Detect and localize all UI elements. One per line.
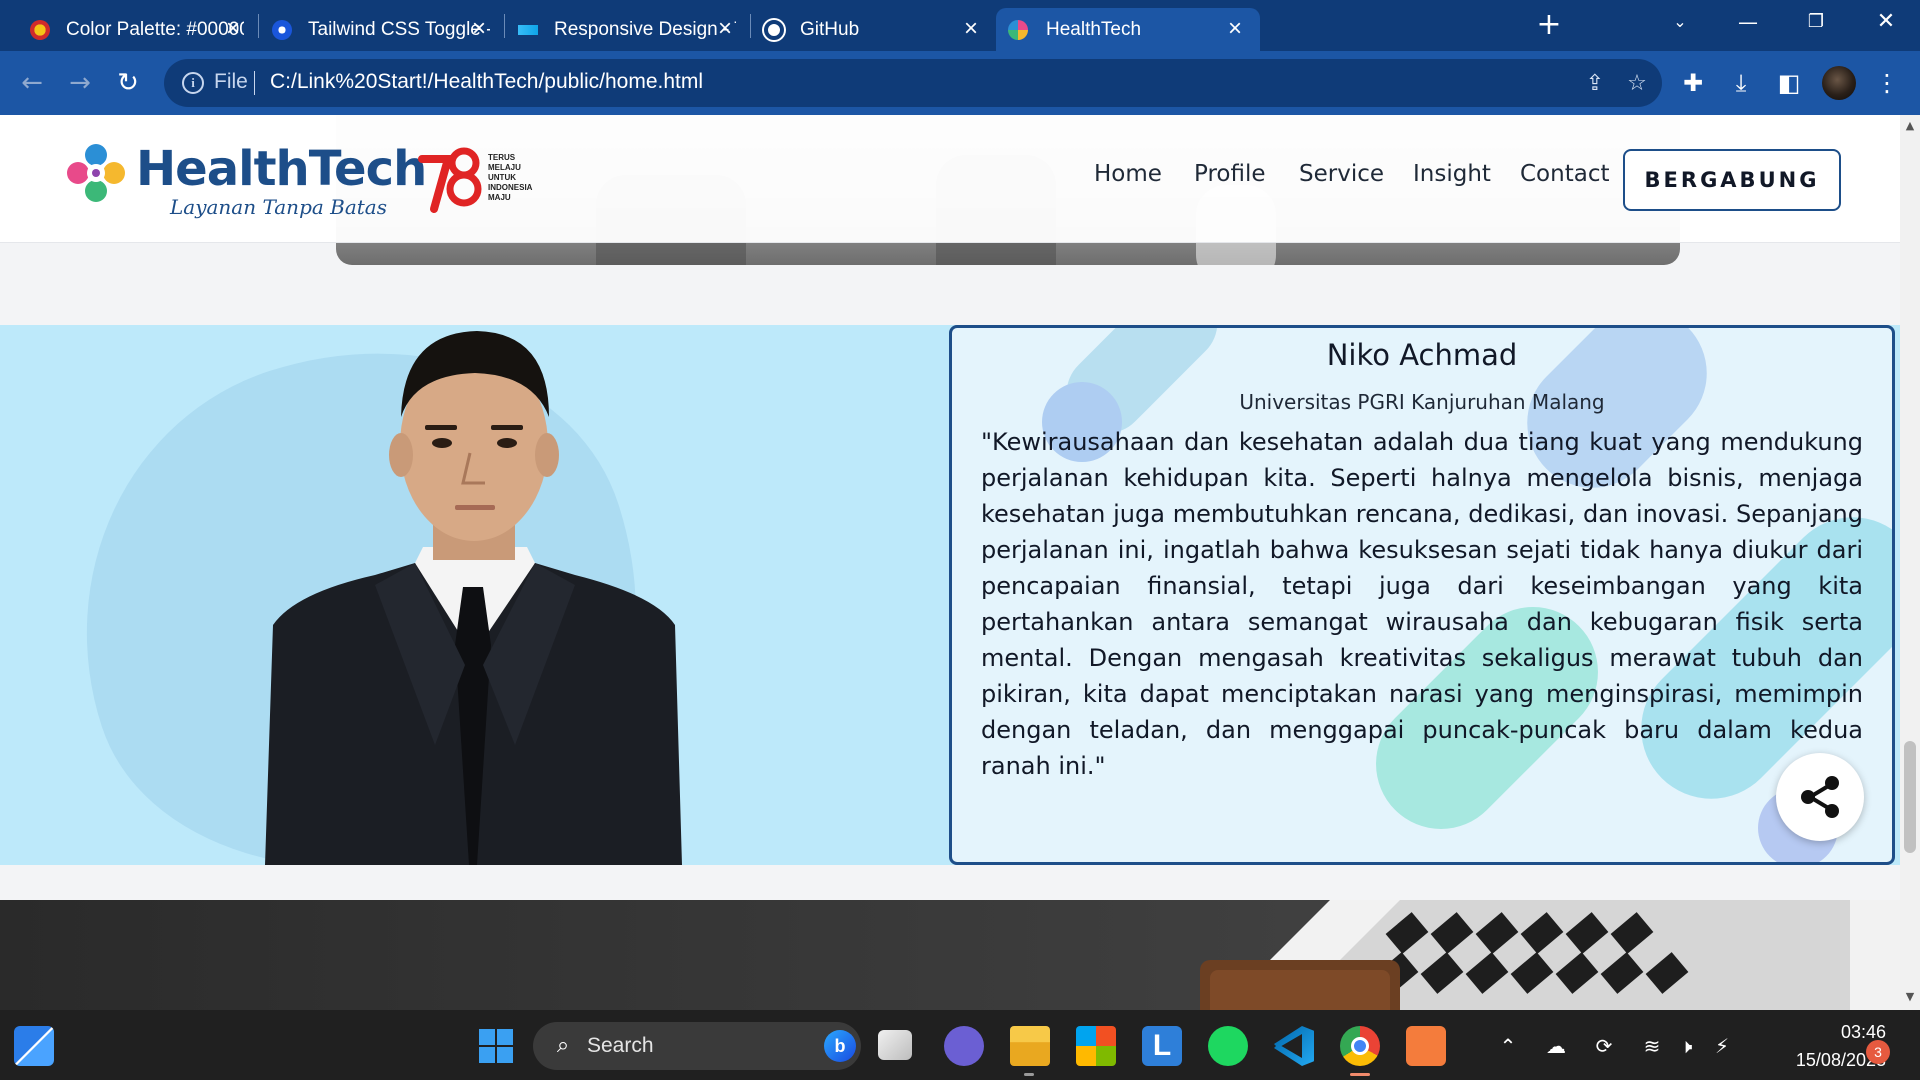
extensions-puzzle-icon[interactable]: ✚ (1676, 66, 1710, 100)
address-scheme-label: File (214, 70, 248, 93)
address-bar[interactable]: i File C:/Link%20Start!/HealthTech/publi… (164, 59, 1662, 107)
chrome-active-indicator (1350, 1073, 1370, 1076)
browser-tab-strip: Color Palette: #000000 #4 × Tailwind CSS… (0, 0, 1920, 51)
bing-icon[interactable]: b (824, 1030, 856, 1062)
windows-start-icon[interactable] (476, 1026, 516, 1066)
testimonial-organization: Universitas PGRI Kanjuruhan Malang (1239, 390, 1605, 414)
onedrive-cloud-icon[interactable]: ☁ (1542, 1032, 1570, 1060)
tailwind-favicon-icon (518, 25, 538, 35)
slogan-line: MAJU (488, 193, 511, 202)
taskbar-search-box[interactable]: ⌕ Search b (533, 1022, 861, 1070)
address-divider (254, 71, 255, 95)
tab-title: Tailwind CSS Toggle - Flow (308, 18, 490, 40)
forward-arrow-icon[interactable]: → (62, 65, 98, 101)
notification-count-badge[interactable]: 3 (1866, 1040, 1890, 1064)
tab-title: Responsive Design - Tailw (554, 18, 736, 40)
scroll-down-arrow-icon[interactable]: ▼ (1900, 990, 1920, 1006)
page-scrollbar[interactable]: ▲ ▼ (1900, 115, 1920, 1010)
next-section-banner (0, 900, 1900, 1010)
logo-wordmark[interactable]: HealthTech (136, 145, 427, 193)
teams-chat-icon[interactable] (944, 1026, 984, 1066)
bookmark-star-icon[interactable]: ☆ (1624, 71, 1650, 97)
scroll-up-arrow-icon[interactable]: ▲ (1900, 119, 1920, 135)
testimonial-quote: "Kewirausahaan dan kesehatan adalah dua … (981, 428, 1863, 780)
explorer-running-indicator (1024, 1073, 1034, 1076)
sync-icon[interactable]: ⟳ (1590, 1032, 1618, 1060)
spotify-icon[interactable] (1208, 1026, 1248, 1066)
tab-title: GitHub (800, 18, 860, 40)
join-button[interactable]: BERGABUNG (1623, 149, 1841, 211)
tab-github[interactable]: GitHub × (750, 8, 996, 51)
anniversary-slogan: TERUS MELAJU UNTUK INDONESIA MAJU (488, 153, 568, 203)
share-icon (1801, 776, 1839, 818)
flowbite-favicon-icon (272, 20, 292, 40)
address-url[interactable]: C:/Link%20Start!/HealthTech/public/home.… (270, 70, 703, 94)
restore-window-icon[interactable]: ❐ (1796, 6, 1836, 38)
new-tab-button[interactable]: + (1534, 10, 1564, 40)
widgets-icon[interactable] (14, 1026, 54, 1066)
close-window-icon[interactable]: ✕ (1866, 6, 1906, 38)
nav-home[interactable]: Home (1094, 163, 1162, 186)
browser-toolbar: ← → ↻ i File C:/Link%20Start!/HealthTech… (0, 51, 1920, 115)
battery-charging-icon[interactable]: ⚡ (1708, 1032, 1736, 1060)
slogan-line: INDONESIA (488, 183, 533, 192)
healthtech-logo-icon[interactable] (64, 141, 128, 205)
site-header: HealthTech Layanan Tanpa Batas TERUS MEL… (0, 115, 1900, 243)
linkedin-learning-icon[interactable]: L (1142, 1026, 1182, 1066)
nav-contact[interactable]: Contact (1520, 163, 1609, 186)
nav-profile[interactable]: Profile (1194, 163, 1266, 186)
xampp-icon[interactable] (1406, 1026, 1446, 1066)
page-viewport: HealthTech Layanan Tanpa Batas TERUS MEL… (0, 115, 1900, 1010)
tab-title: Color Palette: #000000 #4 (66, 18, 244, 40)
microsoft-store-icon[interactable] (1076, 1026, 1116, 1066)
tab-healthtech[interactable]: HealthTech × (996, 8, 1260, 51)
slogan-line: UNTUK (488, 173, 516, 182)
chrome-icon[interactable] (1340, 1026, 1380, 1066)
slogan-line: TERUS (488, 153, 516, 162)
testimonial-photo (265, 331, 682, 865)
windows-taskbar: ⌕ Search b L ⌃ ☁ ⟳ ≋ 🕨 ⚡ 03:46 15/08/202… (0, 1010, 1920, 1080)
tab-search-icon[interactable]: ⌄ (1660, 6, 1700, 38)
tab-tailwind-toggle[interactable]: Tailwind CSS Toggle - Flow × (258, 8, 504, 51)
vscode-icon[interactable] (1274, 1026, 1314, 1066)
close-tab-icon[interactable]: × (958, 16, 984, 42)
testimonial-section: Niko Achmad Universitas PGRI Kanjuruhan … (0, 325, 1900, 865)
profile-avatar[interactable] (1822, 66, 1856, 100)
scrollbar-thumb[interactable] (1904, 741, 1916, 853)
color-palette-favicon-icon (30, 20, 50, 40)
file-explorer-icon[interactable] (1010, 1026, 1050, 1066)
nav-insight[interactable]: Insight (1413, 163, 1491, 186)
laptop-keyboard-image (1200, 900, 1900, 1010)
back-arrow-icon[interactable]: ← (14, 65, 50, 101)
testimonial-card: Niko Achmad Universitas PGRI Kanjuruhan … (949, 325, 1895, 865)
slogan-line: MELAJU (488, 163, 521, 172)
testimonial-name: Niko Achmad (1326, 338, 1518, 372)
close-tab-icon[interactable]: × (712, 16, 738, 42)
wifi-icon[interactable]: ≋ (1638, 1032, 1666, 1060)
tab-responsive-design[interactable]: Responsive Design - Tailw × (504, 8, 750, 51)
side-panel-icon[interactable]: ◧ (1772, 66, 1806, 100)
search-icon: ⌕ (556, 1033, 570, 1058)
close-tab-icon[interactable]: × (220, 16, 246, 42)
logo-tagline: Layanan Tanpa Batas (170, 195, 387, 219)
show-hidden-icons-chevron-icon[interactable]: ⌃ (1494, 1032, 1522, 1060)
task-view-icon[interactable] (878, 1030, 912, 1060)
tab-title: HealthTech (1046, 18, 1142, 40)
downloads-icon[interactable]: ⤓ (1724, 66, 1758, 100)
share-page-icon[interactable]: ⇪ (1582, 71, 1608, 97)
search-placeholder: Search (587, 1034, 654, 1057)
reload-icon[interactable]: ↻ (110, 65, 146, 101)
tab-color-palette[interactable]: Color Palette: #000000 #4 × (0, 8, 258, 51)
hut-ri-78-logo-icon (418, 147, 482, 213)
close-tab-icon[interactable]: × (1222, 16, 1248, 42)
close-tab-icon[interactable]: × (466, 16, 492, 42)
healthtech-favicon-icon (1008, 20, 1028, 40)
github-favicon-icon (764, 20, 784, 40)
nav-service[interactable]: Service (1299, 163, 1384, 186)
more-menu-icon[interactable]: ⋮ (1870, 66, 1904, 100)
speaker-muted-icon[interactable]: 🕨 (1672, 1032, 1700, 1060)
share-button[interactable] (1776, 753, 1864, 841)
minimize-window-icon[interactable]: — (1728, 6, 1768, 38)
site-info-icon[interactable]: i (182, 72, 204, 94)
